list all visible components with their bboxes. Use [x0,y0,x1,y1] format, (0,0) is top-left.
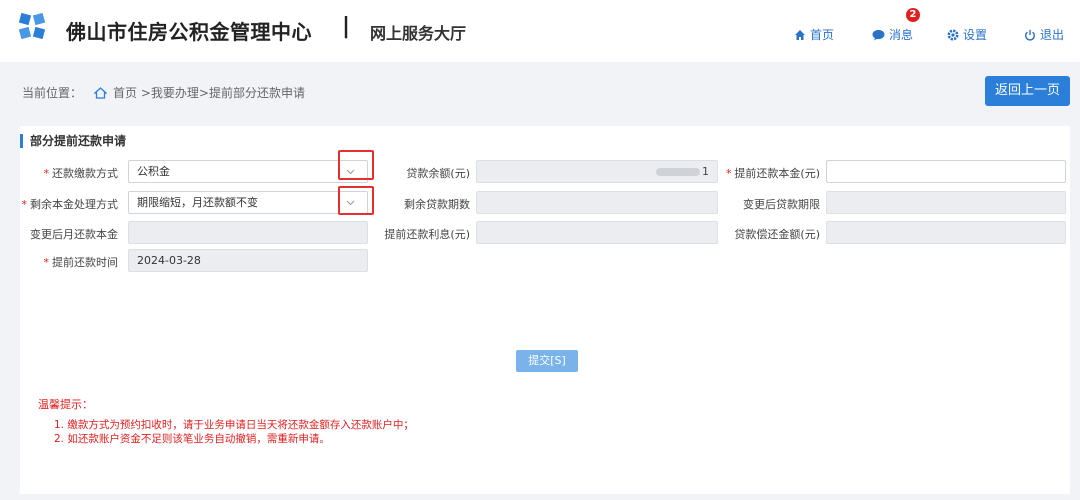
form-panel: 部分提前还款申请 * 还款缴款方式 公积金 贷款余额(元) 1 * 提前还款本金(元… [20,126,1070,494]
prepay-interest-label: 提前还款利息(元) [384,228,470,241]
title-separator: | [342,14,351,39]
repay-method-label: * 还款缴款方式 [43,167,119,180]
tips-title: 温馨提示： [38,398,93,411]
after-loan-term-label: 变更后贷款期限 [743,198,820,211]
form-title: 部分提前还款申请 [20,134,126,148]
nav-home-link[interactable]: 首页 [794,26,834,43]
nav-messages-link[interactable]: 消息 [872,26,913,43]
submit-button[interactable]: 提交[S] [516,350,578,372]
prepay-date-field[interactable]: 2024-03-28 [128,249,368,272]
breadcrumb-bar: 当前位置： 首页 >我要办理>提前部分还款申请 返回上一页 [0,62,1080,118]
repay-method-value: 公积金 [137,165,170,178]
highlight-box [338,150,374,180]
highlight-box [338,186,374,215]
tip-item: 1. 缴款方式为预约扣收时，请于业务申请日当天将还款金额存入还款账户中； [54,419,414,431]
repay-method-select[interactable]: 公积金 [128,160,368,183]
remaining-periods-field [476,191,718,214]
loan-balance-value: 1 [702,165,709,178]
masked-value [656,168,700,176]
power-icon [1025,29,1035,41]
breadcrumb: 当前位置： 首页 >我要办理>提前部分还款申请 [22,84,305,101]
remaining-periods-label: 剩余贷款期数 [404,198,470,211]
nav-settings-label: 设置 [963,28,988,42]
breadcrumb-prefix: 当前位置： [22,86,83,100]
chat-bubble-icon [872,29,885,40]
site-title: 佛山市住房公积金管理中心 [66,20,312,44]
logo-icon [18,12,46,40]
nav-logout-label: 退出 [1040,28,1065,42]
tip-item: 2. 如还款账户资金不足则该笔业务自动撤销，需重新申请。 [54,433,330,445]
back-button[interactable]: 返回上一页 [985,76,1070,106]
prepay-date-label: * 提前还款时间 [43,256,119,269]
home-icon [795,29,805,40]
home-outline-icon[interactable] [94,86,108,99]
remaining-handling-label: * 剩余本金处理方式 [21,198,119,211]
nav-logout-link[interactable]: 退出 [1024,26,1064,43]
prepay-principal-label: * 提前还款本金(元) [725,167,820,180]
loan-balance-label: 贷款余额(元) [406,167,470,180]
after-monthly-principal-label: 变更后月还款本金 [30,228,118,241]
breadcrumb-path[interactable]: 首页 >我要办理>提前部分还款申请 [113,84,305,101]
message-count-badge: 2 [906,8,920,22]
remaining-handling-value: 期限缩短，月还款额不变 [137,196,258,209]
gear-icon [947,29,959,40]
loan-total-repaid-field [826,221,1066,244]
nav-settings-link[interactable]: 设置 [947,26,987,43]
prepay-principal-input[interactable] [826,160,1066,183]
after-monthly-principal-field [128,221,368,244]
prepay-interest-field [476,221,718,244]
nav-home-label: 首页 [810,28,835,42]
loan-total-repaid-label: 贷款偿还金额(元) [734,228,820,241]
remaining-handling-select[interactable]: 期限缩短，月还款额不变 [128,191,368,214]
nav-messages-label: 消息 [889,28,914,42]
site-subtitle: 网上服务大厅 [370,24,467,43]
header: 佛山市住房公积金管理中心 | 网上服务大厅 首页 消息 2 设置 退出 [0,0,1080,62]
after-loan-term-field [826,191,1066,214]
loan-balance-field: 1 [476,160,718,183]
